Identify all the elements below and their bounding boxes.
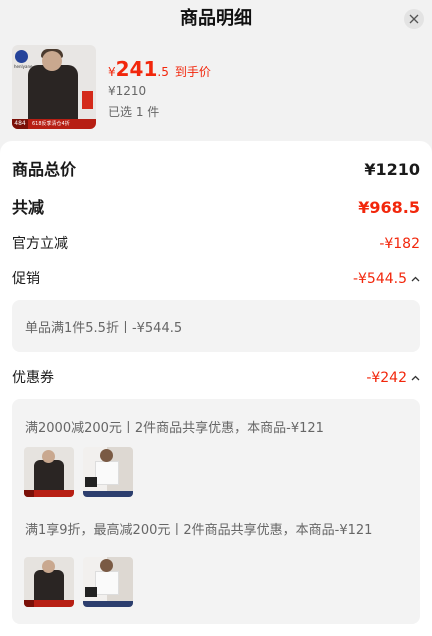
promo-text: 618反季清仓4折 (32, 121, 70, 127)
close-icon (409, 14, 419, 24)
original-price: ¥1210 (108, 84, 147, 98)
total-price-label: 商品总价 (12, 160, 77, 179)
official-discount-value: -¥182 (379, 236, 420, 252)
promotion-value: -¥544.5 (353, 267, 420, 291)
total-price-value: ¥1210 (364, 160, 420, 179)
total-price-row: 商品总价 ¥1210 (12, 158, 420, 182)
deal-price: ¥241.5 到手价 (108, 57, 211, 81)
promotion-detail: 单品满1件5.5折丨-¥544.5 (25, 321, 183, 336)
modal-header: 商品明细 (0, 0, 432, 38)
product-thumbnail[interactable] (83, 447, 133, 497)
page-title: 商品明细 (180, 8, 252, 29)
selected-count: 已选 1 件 (108, 105, 160, 119)
promotion-row[interactable]: 促销 -¥544.5 (12, 267, 420, 291)
product-image[interactable]: henlyane 484 618反季清仓4折 (12, 45, 96, 129)
chevron-up-icon[interactable] (411, 375, 420, 381)
coupon-detail-box: 满2000减200元丨2件商品共享优惠，本商品-¥121 满1享9折，最高减20… (12, 399, 420, 624)
official-discount-label: 官方立减 (12, 236, 68, 252)
coupon-detail-1: 满2000减200元丨2件商品共享优惠，本商品-¥121 (25, 421, 324, 436)
chevron-up-icon[interactable] (411, 276, 420, 282)
product-thumbnail[interactable] (24, 557, 74, 607)
badge-price: 484 (12, 119, 28, 129)
total-discount-row: 共减 ¥968.5 (12, 196, 420, 220)
deal-price-label: 到手价 (174, 65, 211, 79)
product-thumbnail[interactable] (24, 447, 74, 497)
price-info: ¥241.5 到手价 ¥1210 已选 1 件 (108, 57, 211, 119)
coupon-label: 优惠券 (12, 370, 54, 386)
coupon-value: -¥242 (366, 366, 420, 390)
close-button[interactable] (404, 9, 424, 29)
price-detail-card: 商品总价 ¥1210 共减 ¥968.5 官方立减 -¥182 促销 -¥544… (0, 141, 432, 636)
promotion-label: 促销 (12, 271, 40, 287)
total-discount-label: 共减 (12, 198, 45, 217)
coupon-detail-2: 满1享9折，最高减200元丨2件商品共享优惠，本商品-¥121 (25, 523, 373, 538)
official-discount-row: 官方立减 -¥182 (12, 232, 420, 256)
promo-banner: 484 618反季清仓4折 (12, 119, 96, 129)
promotion-detail-box: 单品满1件5.5折丨-¥544.5 (12, 300, 420, 352)
brand-logo-icon (15, 50, 28, 63)
product-thumbnail[interactable] (83, 557, 133, 607)
coupon-row[interactable]: 优惠券 -¥242 (12, 366, 420, 390)
total-discount-value: ¥968.5 (358, 198, 420, 217)
